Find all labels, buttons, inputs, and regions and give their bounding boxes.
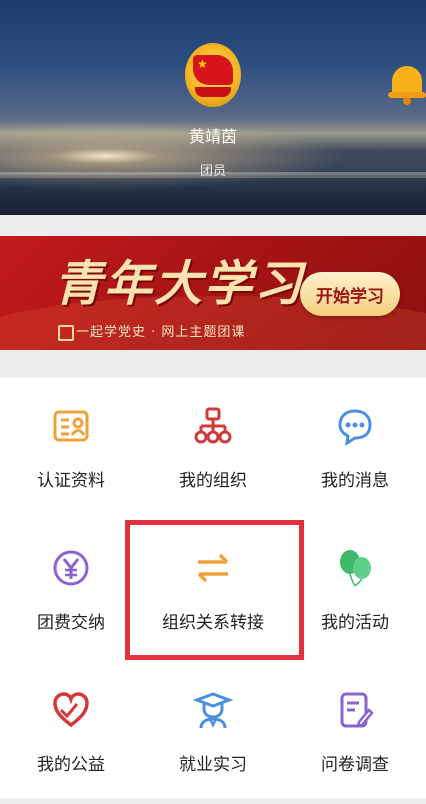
menu-item-label: 问卷调查 bbox=[321, 755, 389, 775]
menu-item-public-welfare[interactable]: 我的公益 bbox=[0, 662, 142, 802]
org-chart-icon bbox=[194, 407, 232, 444]
league-emblem-avatar[interactable] bbox=[185, 43, 241, 107]
flag-emblem bbox=[193, 55, 233, 85]
id-card-icon bbox=[53, 410, 89, 442]
survey-icon bbox=[340, 692, 374, 728]
menu-item-questionnaire[interactable]: 问卷调查 bbox=[284, 662, 426, 802]
start-study-button[interactable]: 开始学习 bbox=[300, 272, 400, 316]
menu-item-label: 我的组织 bbox=[179, 471, 247, 491]
balloons-icon bbox=[340, 550, 371, 587]
book-icon bbox=[58, 325, 74, 341]
menu-item-label: 组织关系转接 bbox=[162, 613, 264, 633]
menu-item-label: 就业实习 bbox=[179, 755, 247, 775]
graduate-icon bbox=[193, 692, 233, 729]
menu-item-label: 团费交纳 bbox=[37, 613, 105, 633]
banner-title: 青年大学习 bbox=[54, 256, 305, 312]
chat-bubble-icon bbox=[338, 409, 372, 446]
menu-item-employment-internship[interactable]: 就业实习 bbox=[142, 662, 284, 802]
menu-item-label: 我的消息 bbox=[321, 471, 389, 491]
user-role: 团员 bbox=[199, 164, 226, 179]
menu-item-label: 我的活动 bbox=[321, 613, 389, 633]
menu-item-relation-transfer[interactable]: 组织关系转接 bbox=[142, 520, 284, 660]
menu-item-label: 认证资料 bbox=[37, 471, 105, 491]
heart-hand-icon bbox=[53, 692, 89, 728]
profile-header bbox=[0, 0, 426, 215]
menu-item-my-organization[interactable]: 我的组织 bbox=[142, 378, 284, 518]
ribbon bbox=[195, 87, 231, 97]
user-name: 黄靖茵 bbox=[188, 127, 237, 146]
menu-item-my-messages[interactable]: 我的消息 bbox=[284, 378, 426, 518]
banner-subtitle: 一起学党史 · 网上主题团课 bbox=[76, 325, 246, 340]
menu-item-label: 我的公益 bbox=[37, 755, 105, 775]
bell-icon[interactable] bbox=[388, 60, 426, 106]
menu-item-league-fee[interactable]: 团费交纳 bbox=[0, 520, 142, 660]
menu-item-certification[interactable]: 认证资料 bbox=[0, 378, 142, 518]
function-grid: 认证资料 我的组织 我的消息 团费交纳 组织关系转接 我的活动 我的公益 就业实… bbox=[0, 378, 426, 798]
menu-item-my-activities[interactable]: 我的活动 bbox=[284, 520, 426, 660]
transfer-arrows-icon bbox=[197, 553, 229, 583]
yuan-coin-icon bbox=[53, 550, 89, 586]
